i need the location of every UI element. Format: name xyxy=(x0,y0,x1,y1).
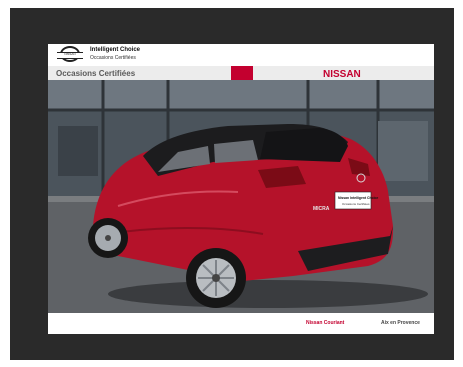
facade-logo-block xyxy=(231,66,253,80)
dealer-bar: Nissan Couriant Aix en Provence xyxy=(48,313,434,334)
dealer-name: Nissan Couriant xyxy=(306,320,345,326)
program-subtitle: Occasions Certifiées xyxy=(90,55,136,61)
car-photo: Occasions Certifiées NISSAN Nissan Intel… xyxy=(48,66,434,313)
program-title: Intelligent Choice xyxy=(90,47,141,53)
plate-line-1: Nissan Intelligent Choice xyxy=(338,196,378,200)
facade-sign-left: Occasions Certifiées xyxy=(56,69,136,78)
dealer-city: Aix en Provence xyxy=(381,320,420,326)
license-plate xyxy=(334,191,372,210)
plate-line-2: Occasions Certifiées xyxy=(342,202,370,206)
facade-sign-right: NISSAN xyxy=(323,69,361,80)
nissan-logo-text: NISSAN xyxy=(57,52,83,59)
header-bar: NISSAN Intelligent Choice Occasions Cert… xyxy=(48,44,434,66)
model-badge: MICRA xyxy=(313,206,330,212)
listing-photo-card: NISSAN Intelligent Choice Occasions Cert… xyxy=(48,44,434,334)
